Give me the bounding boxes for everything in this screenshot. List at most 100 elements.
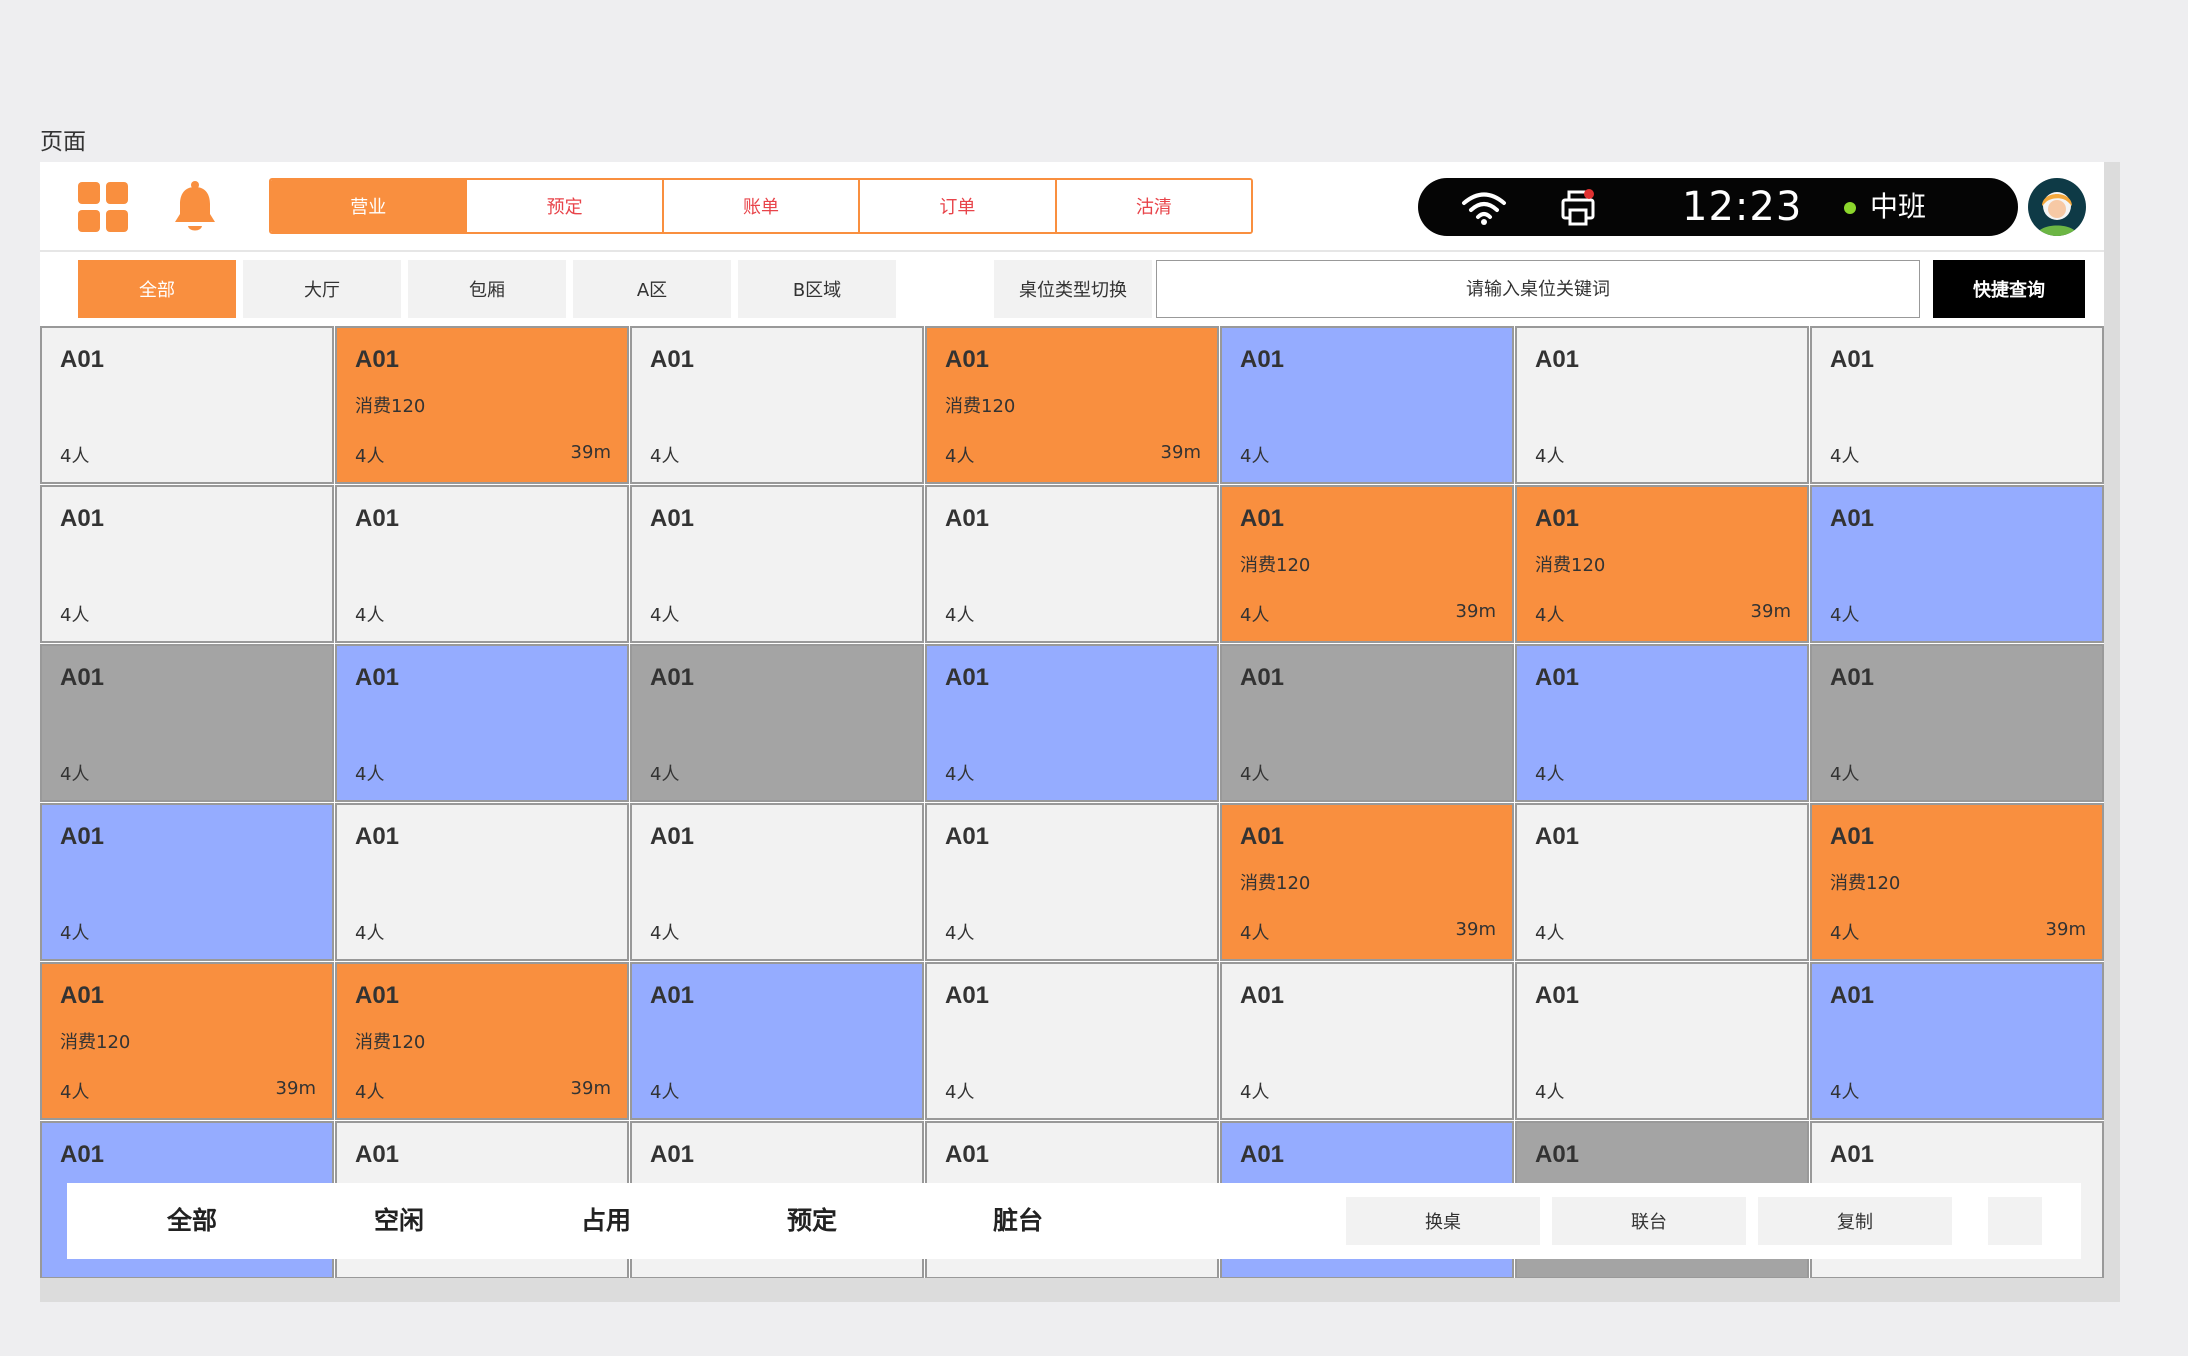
- table-name: A01: [60, 1141, 105, 1168]
- table-name: A01: [1240, 346, 1285, 373]
- table-seats: 4人: [945, 446, 975, 467]
- area-tab-private-room[interactable]: 包厢: [408, 260, 566, 318]
- join-tables-button[interactable]: 联台: [1552, 1197, 1746, 1245]
- table-name: A01: [355, 823, 400, 850]
- table-card[interactable]: A01 消费120 4人 39m: [335, 326, 629, 484]
- table-name: A01: [1240, 823, 1285, 850]
- table-card[interactable]: A01 消费120 4人 39m: [1515, 485, 1809, 643]
- table-card[interactable]: A01 4人: [1515, 644, 1809, 802]
- main-tabs: 营业 预定 账单 订单 沽清: [269, 178, 1253, 234]
- table-card[interactable]: A01 4人: [1220, 326, 1514, 484]
- table-card[interactable]: A01 4人: [1220, 644, 1514, 802]
- table-type-switch[interactable]: 桌位类型切换: [994, 260, 1152, 318]
- table-name: A01: [1830, 505, 1875, 532]
- table-name: A01: [945, 505, 990, 532]
- area-tab-zone-b[interactable]: B区域: [738, 260, 896, 318]
- table-card[interactable]: A01 4人: [1810, 962, 2104, 1120]
- table-name: A01: [1240, 1141, 1285, 1168]
- table-card[interactable]: A01 4人: [40, 644, 334, 802]
- table-card[interactable]: A01 4人: [630, 644, 924, 802]
- table-name: A01: [1240, 982, 1285, 1009]
- shift-status-dot: [1844, 202, 1856, 214]
- table-name: A01: [1535, 664, 1580, 691]
- table-name: A01: [945, 823, 990, 850]
- table-name: A01: [355, 1141, 400, 1168]
- table-card[interactable]: A01 4人: [40, 485, 334, 643]
- table-card[interactable]: A01 消费120 4人 39m: [335, 962, 629, 1120]
- table-card[interactable]: A01 4人: [630, 803, 924, 961]
- user-avatar[interactable]: [2028, 178, 2086, 240]
- table-card[interactable]: A01 4人: [630, 962, 924, 1120]
- more-action-button[interactable]: [1988, 1197, 2042, 1245]
- table-card[interactable]: A01 4人: [1810, 326, 2104, 484]
- table-seats: 4人: [1830, 446, 1860, 467]
- table-card[interactable]: A01 4人: [40, 803, 334, 961]
- table-spend: 消费120: [945, 396, 1016, 417]
- table-card[interactable]: A01 4人: [335, 644, 629, 802]
- tab-sold-out[interactable]: 沽清: [1056, 180, 1251, 232]
- table-name: A01: [1535, 823, 1580, 850]
- change-table-button[interactable]: 换桌: [1346, 1197, 1540, 1245]
- table-card[interactable]: A01 4人: [1515, 803, 1809, 961]
- tab-bills[interactable]: 账单: [663, 180, 861, 232]
- status-filter-dirty[interactable]: 脏台: [993, 1199, 1043, 1243]
- table-name: A01: [945, 1141, 990, 1168]
- table-card[interactable]: A01 消费120 4人 39m: [1810, 803, 2104, 961]
- pos-screen: 营业 预定 账单 订单 沽清 12:23 中班 全部 大厅 包厢 A区 B区域 …: [40, 162, 2104, 1278]
- table-seats: 4人: [1535, 923, 1565, 944]
- table-card[interactable]: A01 消费120 4人 39m: [1220, 485, 1514, 643]
- table-seats: 4人: [1240, 923, 1270, 944]
- table-spend: 消费120: [1830, 873, 1901, 894]
- table-card[interactable]: A01 4人: [335, 485, 629, 643]
- table-name: A01: [1830, 823, 1875, 850]
- table-seats: 4人: [1240, 764, 1270, 785]
- area-tab-all[interactable]: 全部: [78, 260, 236, 318]
- table-card[interactable]: A01 4人: [40, 326, 334, 484]
- status-filter-reserved[interactable]: 预定: [787, 1199, 837, 1243]
- table-seats: 4人: [355, 446, 385, 467]
- table-card[interactable]: A01 4人: [1515, 326, 1809, 484]
- status-filter-all[interactable]: 全部: [167, 1199, 217, 1243]
- header-divider: [40, 250, 2104, 252]
- printer-icon[interactable]: [1558, 188, 1598, 232]
- table-card[interactable]: A01 4人: [925, 962, 1219, 1120]
- tab-business[interactable]: 营业: [271, 180, 468, 232]
- table-seats: 4人: [945, 1082, 975, 1103]
- table-name: A01: [650, 1141, 695, 1168]
- tab-orders[interactable]: 订单: [860, 180, 1057, 232]
- table-card[interactable]: A01 4人: [925, 485, 1219, 643]
- table-seats: 4人: [1830, 764, 1860, 785]
- area-tab-hall[interactable]: 大厅: [243, 260, 401, 318]
- table-name: A01: [1535, 505, 1580, 532]
- table-card[interactable]: A01 消费120 4人 39m: [925, 326, 1219, 484]
- table-card[interactable]: A01 4人: [1810, 485, 2104, 643]
- table-card[interactable]: A01 4人: [630, 326, 924, 484]
- copy-button[interactable]: 复制: [1758, 1197, 1952, 1245]
- table-name: A01: [60, 823, 105, 850]
- table-name: A01: [1535, 1141, 1580, 1168]
- table-card[interactable]: A01 4人: [335, 803, 629, 961]
- apps-grid-icon[interactable]: [78, 182, 128, 232]
- table-seats: 4人: [1535, 1082, 1565, 1103]
- bell-icon[interactable]: [170, 180, 220, 238]
- area-tab-zone-a[interactable]: A区: [573, 260, 731, 318]
- tab-reservation[interactable]: 预定: [467, 180, 664, 232]
- table-duration: 39m: [275, 1078, 316, 1099]
- table-card[interactable]: A01 4人: [925, 644, 1219, 802]
- table-seats: 4人: [1830, 605, 1860, 626]
- table-seats: 4人: [650, 764, 680, 785]
- table-card[interactable]: A01 4人: [1810, 644, 2104, 802]
- status-filter-occupied[interactable]: 占用: [581, 1199, 631, 1243]
- quick-search-button[interactable]: 快捷查询: [1933, 260, 2085, 318]
- table-name: A01: [60, 346, 105, 373]
- table-card[interactable]: A01 4人: [1220, 962, 1514, 1120]
- table-card[interactable]: A01 4人: [630, 485, 924, 643]
- table-card[interactable]: A01 消费120 4人 39m: [40, 962, 334, 1120]
- table-seats: 4人: [355, 923, 385, 944]
- table-name: A01: [1830, 982, 1875, 1009]
- table-search-input[interactable]: [1156, 260, 1920, 318]
- table-card[interactable]: A01 4人: [1515, 962, 1809, 1120]
- table-card[interactable]: A01 4人: [925, 803, 1219, 961]
- table-card[interactable]: A01 消费120 4人 39m: [1220, 803, 1514, 961]
- status-filter-idle[interactable]: 空闲: [374, 1199, 424, 1243]
